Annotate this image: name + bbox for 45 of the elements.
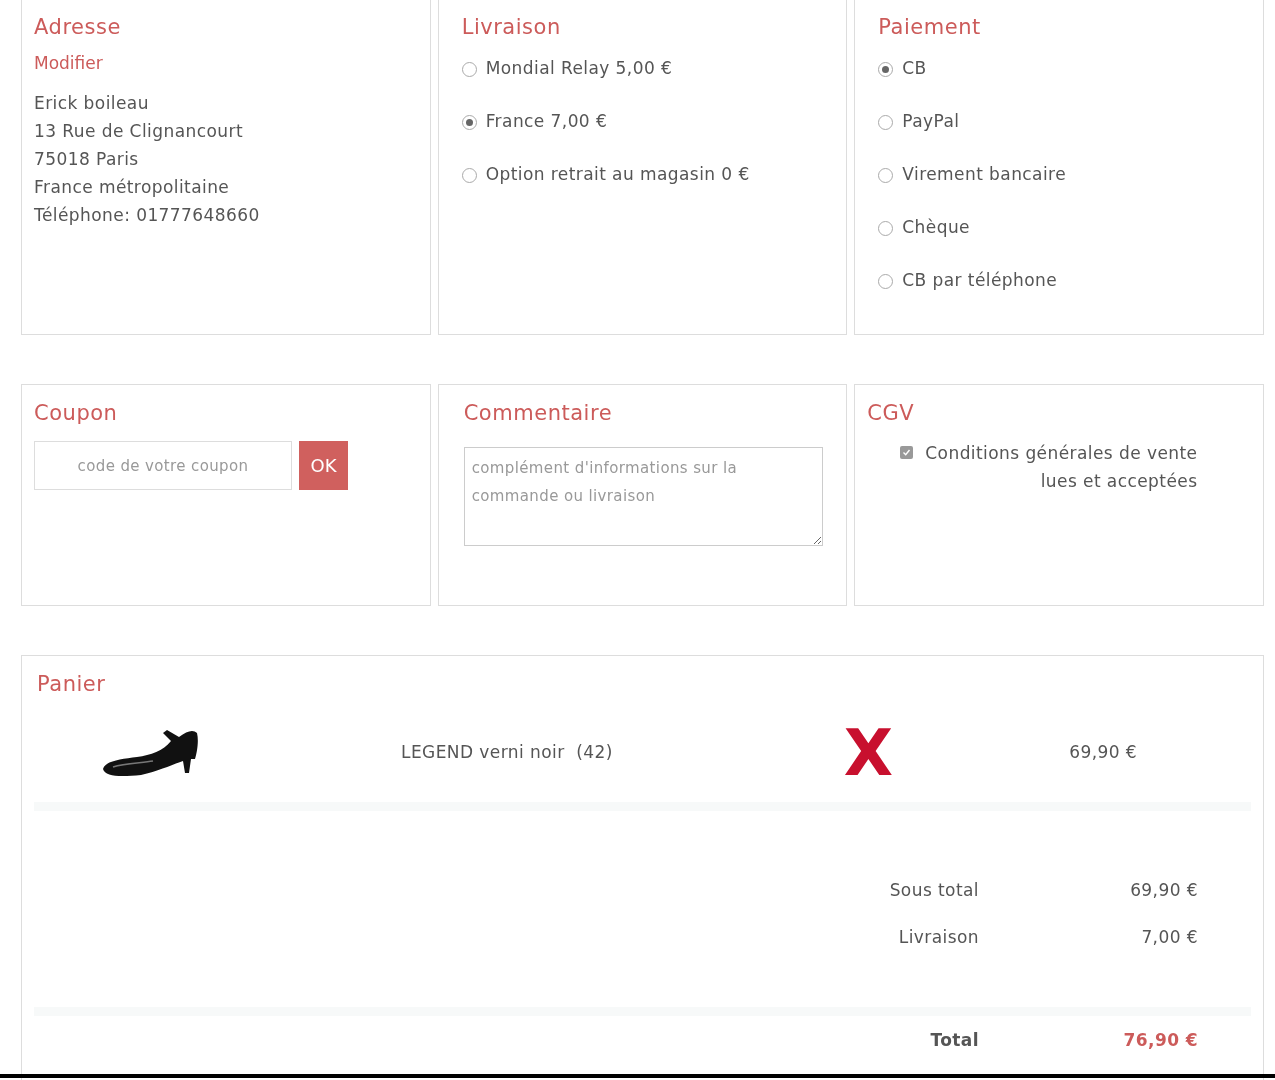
total-value: 76,90 € [1122,1029,1198,1053]
radio-button[interactable] [461,167,477,183]
address-line: Téléphone: 01777648660 [34,203,260,227]
coupon-input[interactable]: code de votre coupon [34,441,292,490]
check-icon [902,448,912,457]
subtotal-value: 7,00 € [1140,926,1198,950]
option-label[interactable]: Chèque [902,215,970,241]
comment-textarea[interactable]: complément d'informations sur la commande ou livraison [463,447,823,546]
option-label[interactable]: Virement bancaire [902,162,1066,188]
section-title: Commentaire [463,400,614,427]
radio-button[interactable] [878,273,894,289]
product-name: LEGEND verni noir (42) [401,741,613,765]
terms-label: Conditions générales de vente [925,442,1198,465]
subtotal-label: Sous total [888,879,979,903]
section-title: Panier [36,671,107,698]
checkbox[interactable] [900,446,914,459]
radio-button[interactable] [461,114,477,130]
option-label[interactable]: CB par téléphone [902,268,1058,294]
radio-button[interactable] [878,114,894,130]
section-title: Adresse [34,14,122,41]
address-line: 75018 Paris [34,147,139,171]
section-title: Paiement [878,14,982,41]
subtotal-value: 69,90 € [1129,879,1198,903]
ok-button[interactable]: OK [299,441,348,490]
radio-button[interactable] [878,167,894,183]
option-label[interactable]: CB [902,56,927,82]
radio-button[interactable] [878,61,894,77]
terms-label: lues et acceptées [1040,470,1198,493]
total-label: Total [929,1029,979,1053]
option-label[interactable]: Mondial Relay 5,00 € [485,56,673,82]
remove-button[interactable]: X [843,721,894,785]
option-label[interactable]: PayPal [902,109,960,135]
product-price: 69,90 € [1069,741,1138,765]
subtotal-label: Livraison [897,926,979,950]
edit-link[interactable]: Modifier [34,51,103,77]
address-line: 13 Rue de Clignancourt [34,119,243,143]
address-line: France métropolitaine [34,175,230,199]
section-title: CGV [867,400,916,427]
address-line: Erick boileau [34,91,149,115]
option-label[interactable]: France 7,00 € [485,109,608,135]
radio-button[interactable] [461,61,477,77]
radio-button[interactable] [878,220,894,236]
section-title: Livraison [461,14,562,41]
option-label[interactable]: Option retrait au magasin 0 € [485,162,750,188]
section-title: Coupon [34,400,119,427]
